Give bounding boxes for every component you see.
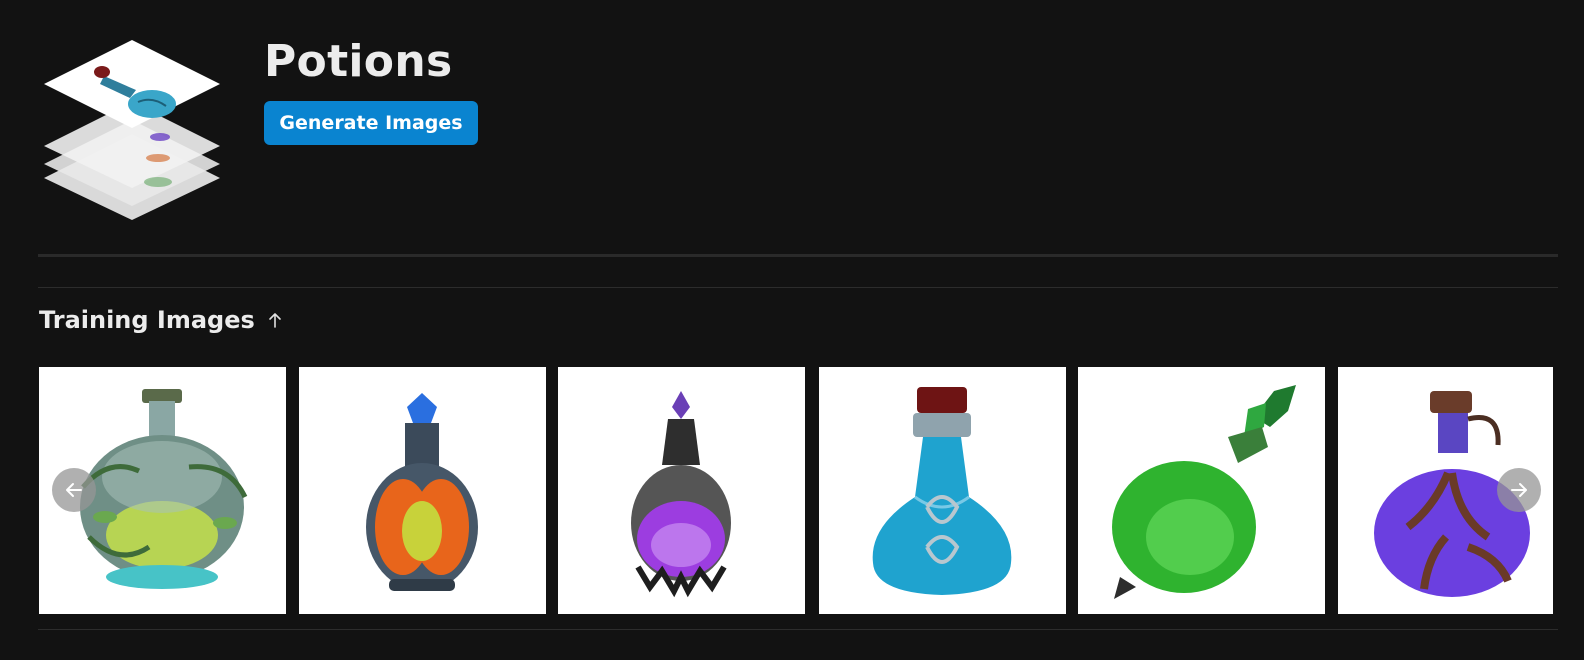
training-images-carousel[interactable] xyxy=(39,367,1553,614)
section-divider xyxy=(38,254,1558,257)
arrow-right-icon xyxy=(1511,483,1527,497)
arrow-up-icon[interactable] xyxy=(267,311,283,329)
generate-images-button[interactable]: Generate Images xyxy=(264,101,478,145)
arrow-left-icon xyxy=(66,483,82,497)
training-image-3[interactable] xyxy=(558,367,805,614)
training-image-4[interactable] xyxy=(819,367,1066,614)
training-image-5[interactable] xyxy=(1078,367,1325,614)
section-divider-thin xyxy=(38,287,1558,288)
carousel-next-button[interactable] xyxy=(1497,468,1541,512)
carousel-prev-button[interactable] xyxy=(52,468,96,512)
training-images-title: Training Images xyxy=(39,306,255,334)
layers-icon xyxy=(44,40,220,220)
model-stack-logo xyxy=(40,36,224,224)
training-images-header: Training Images xyxy=(39,306,283,334)
training-image-2[interactable] xyxy=(299,367,546,614)
section-divider-bottom xyxy=(38,629,1558,630)
page-title: Potions xyxy=(264,36,453,87)
